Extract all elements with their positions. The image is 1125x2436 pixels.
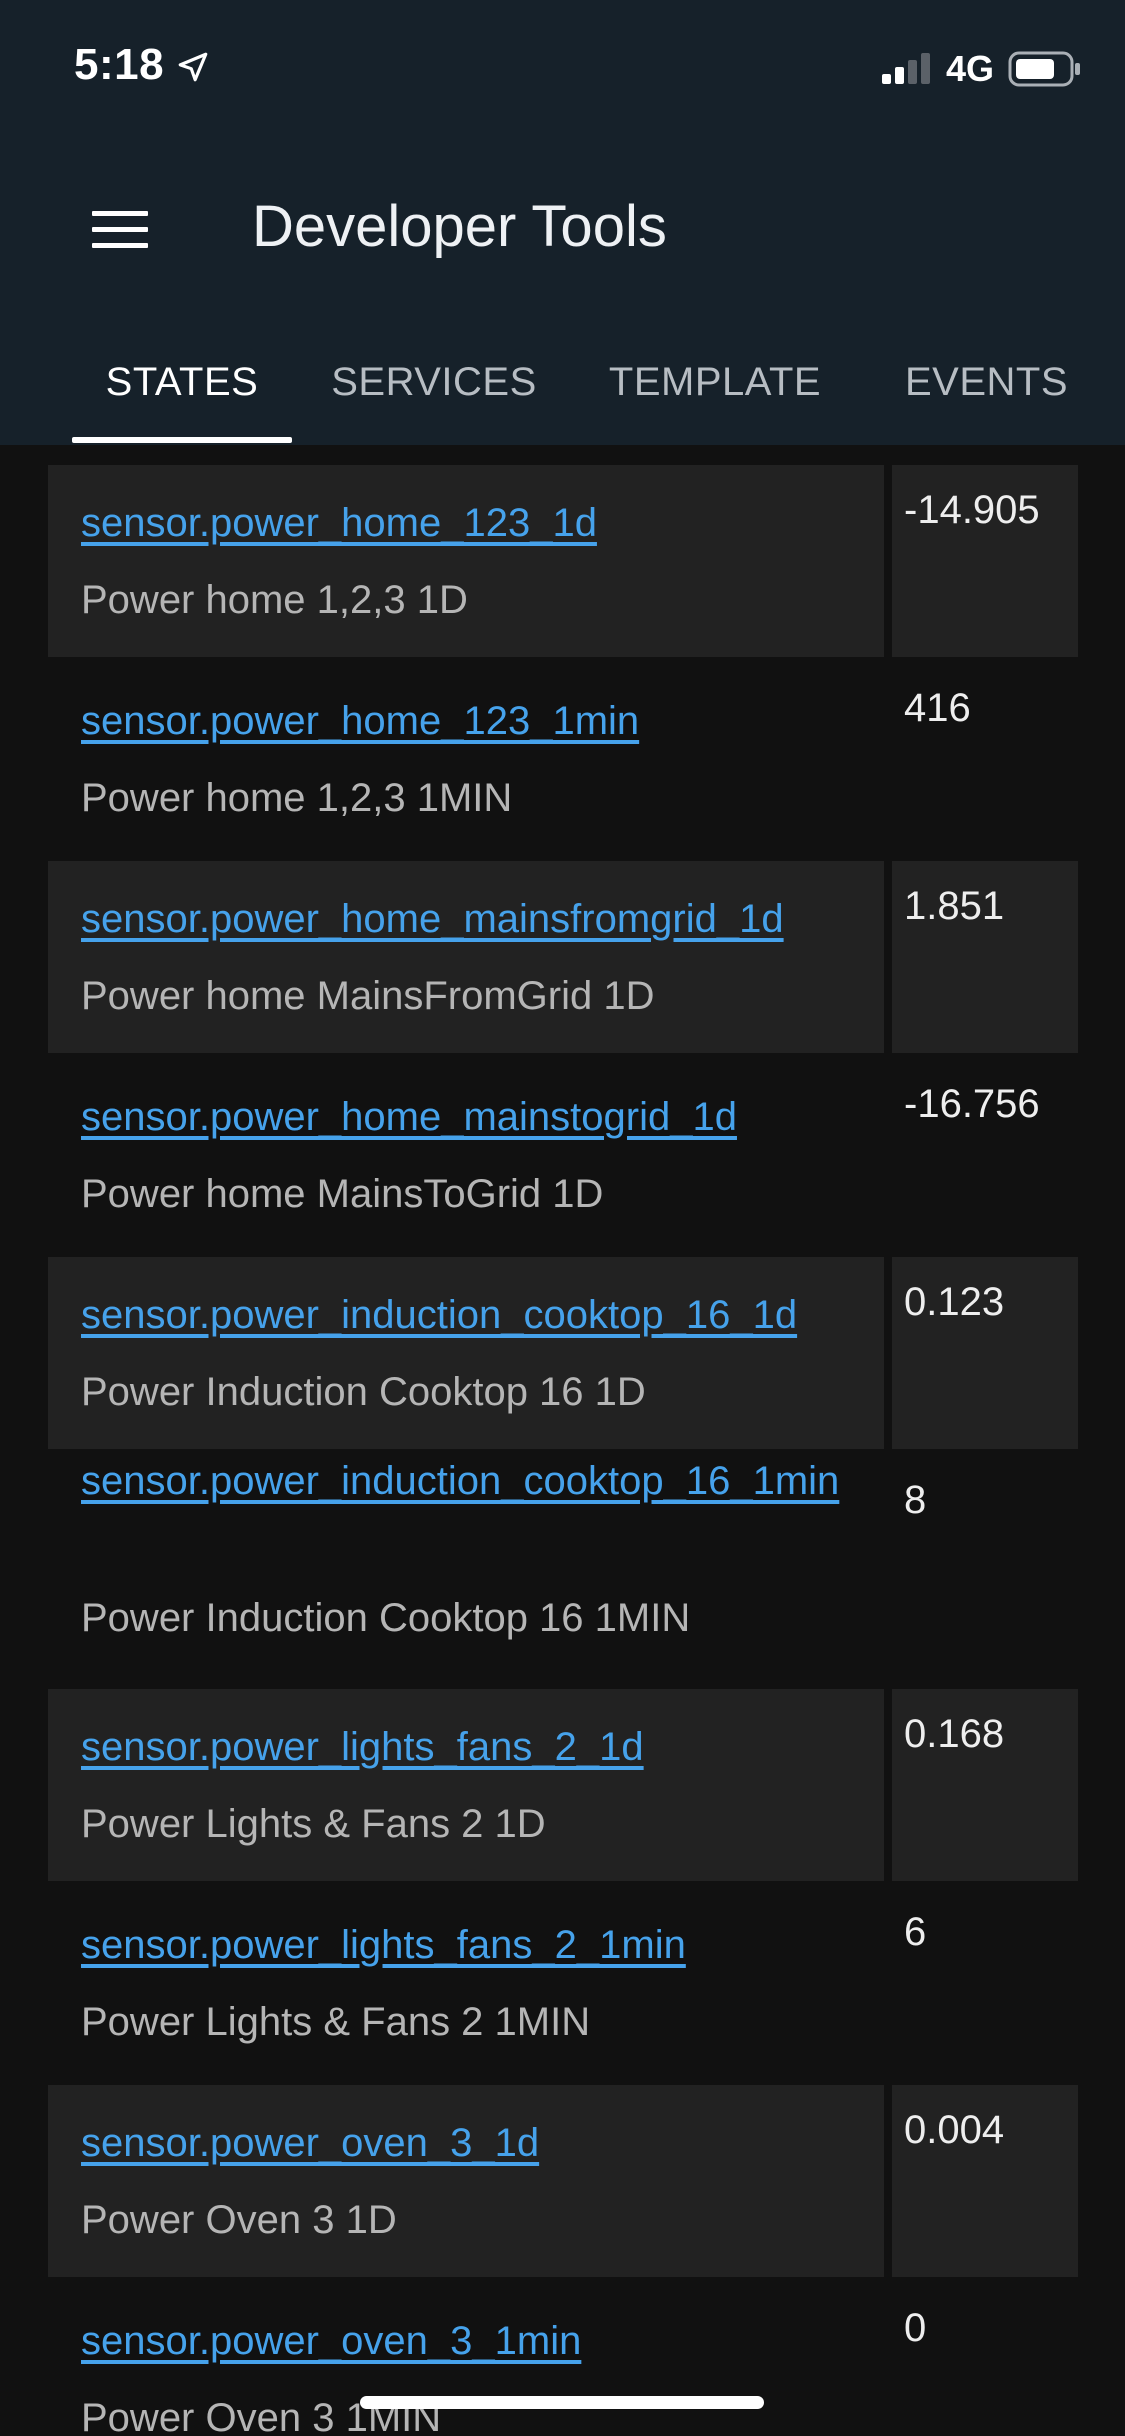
tab-bar: STATES SERVICES TEMPLATE EVENTS <box>0 320 1125 445</box>
cellular-signal-icon <box>882 53 930 84</box>
state-value: 0.123 <box>904 1280 1005 1324</box>
entity-cell: sensor.power_induction_cooktop_16_1min P… <box>48 1455 884 1691</box>
state-cell: 0.168 <box>892 1689 1078 1881</box>
entity-friendly-name: Power home 1,2,3 1D <box>81 578 468 622</box>
state-cell: 8 <box>892 1455 1078 1691</box>
entity-friendly-name: Power Lights & Fans 2 1D <box>81 1802 546 1846</box>
location-arrow-icon <box>178 52 208 82</box>
home-indicator[interactable] <box>360 2396 764 2409</box>
entity-friendly-name: Power Oven 3 1D <box>81 2198 397 2242</box>
app-header: 5:18 4G Developer Tools STATES SERVICES … <box>0 0 1125 445</box>
active-tab-indicator <box>72 437 292 443</box>
state-value: 6 <box>904 1910 927 1954</box>
entity-cell: sensor.power_home_123_1d Power home 1,2,… <box>48 465 884 657</box>
table-row: sensor.power_home_123_1min Power home 1,… <box>48 663 1078 855</box>
table-row: sensor.power_oven_3_1min Power Oven 3 1M… <box>48 2283 1078 2436</box>
entity-cell: sensor.power_home_mainsfromgrid_1d Power… <box>48 861 884 1053</box>
table-row: sensor.power_lights_fans_2_1d Power Ligh… <box>48 1689 1078 1881</box>
entity-link[interactable]: sensor.power_induction_cooktop_16_1min <box>81 1451 881 1511</box>
network-type: 4G <box>946 48 995 89</box>
entity-cell: sensor.power_induction_cooktop_16_1d Pow… <box>48 1257 884 1449</box>
entity-cell: sensor.power_oven_3_1min Power Oven 3 1M… <box>48 2283 884 2436</box>
status-time: 5:18 <box>74 40 165 89</box>
status-bar: 5:18 4G <box>0 0 1125 135</box>
entity-cell: sensor.power_home_mainstogrid_1d Power h… <box>48 1059 884 1251</box>
table-row: sensor.power_oven_3_1d Power Oven 3 1D 0… <box>48 2085 1078 2277</box>
entity-link[interactable]: sensor.power_oven_3_1d <box>81 2113 881 2173</box>
table-row: sensor.power_home_123_1d Power home 1,2,… <box>48 465 1078 657</box>
screen: 5:18 4G Developer Tools STATES SERVICES … <box>0 0 1125 2436</box>
page-title: Developer Tools <box>252 194 667 259</box>
table-row: sensor.power_home_mainsfromgrid_1d Power… <box>48 861 1078 1053</box>
state-cell: 416 <box>892 663 1078 855</box>
table-row: sensor.power_lights_fans_2_1min Power Li… <box>48 1887 1078 2079</box>
entity-cell: sensor.power_oven_3_1d Power Oven 3 1D <box>48 2085 884 2277</box>
state-cell: -16.756 <box>892 1059 1078 1251</box>
entity-friendly-name: Power home MainsToGrid 1D <box>81 1172 604 1216</box>
entity-friendly-name: Power home MainsFromGrid 1D <box>81 974 655 1018</box>
state-cell: 0.123 <box>892 1257 1078 1449</box>
entity-friendly-name: Power home 1,2,3 1MIN <box>81 776 513 820</box>
entity-link[interactable]: sensor.power_home_mainstogrid_1d <box>81 1087 881 1147</box>
state-value: 416 <box>904 686 971 730</box>
tab-events[interactable]: EVENTS <box>880 320 1080 445</box>
tab-template[interactable]: TEMPLATE <box>590 320 840 445</box>
entity-link[interactable]: sensor.power_lights_fans_2_1d <box>81 1717 881 1777</box>
entity-friendly-name: Power Lights & Fans 2 1MIN <box>81 2000 591 2044</box>
state-cell: -14.905 <box>892 465 1078 657</box>
entity-friendly-name: Power Induction Cooktop 16 1D <box>81 1370 646 1414</box>
entity-link[interactable]: sensor.power_home_123_1min <box>81 691 881 751</box>
entity-link[interactable]: sensor.power_home_mainsfromgrid_1d <box>81 889 881 949</box>
state-value: 0.004 <box>904 2108 1005 2152</box>
tab-states[interactable]: STATES <box>72 320 292 445</box>
entity-link[interactable]: sensor.power_induction_cooktop_16_1d <box>81 1285 881 1345</box>
state-value: -14.905 <box>904 488 1040 532</box>
entity-link[interactable]: sensor.power_home_123_1d <box>81 493 881 553</box>
hamburger-menu-icon[interactable] <box>70 190 170 270</box>
state-cell: 0 <box>892 2283 1078 2436</box>
state-value: 1.851 <box>904 884 1005 928</box>
state-cell: 1.851 <box>892 861 1078 1053</box>
state-value: 0 <box>904 2306 927 2350</box>
battery-icon <box>1008 51 1080 87</box>
entity-link[interactable]: sensor.power_lights_fans_2_1min <box>81 1915 881 1975</box>
tab-services[interactable]: SERVICES <box>324 320 544 445</box>
state-cell: 0.004 <box>892 2085 1078 2277</box>
entity-cell: sensor.power_lights_fans_2_1d Power Ligh… <box>48 1689 884 1881</box>
table-row: sensor.power_induction_cooktop_16_1d Pow… <box>48 1257 1078 1449</box>
entity-link[interactable]: sensor.power_oven_3_1min <box>81 2311 881 2371</box>
entity-cell: sensor.power_lights_fans_2_1min Power Li… <box>48 1887 884 2079</box>
table-row: sensor.power_home_mainstogrid_1d Power h… <box>48 1059 1078 1251</box>
entity-cell: sensor.power_home_123_1min Power home 1,… <box>48 663 884 855</box>
state-cell: 6 <box>892 1887 1078 2079</box>
state-value: 8 <box>904 1478 927 1522</box>
toolbar: Developer Tools <box>0 135 1125 305</box>
state-value: 0.168 <box>904 1712 1005 1756</box>
table-row: sensor.power_induction_cooktop_16_1min P… <box>48 1455 1078 1691</box>
entity-friendly-name: Power Induction Cooktop 16 1MIN <box>81 1596 691 1640</box>
state-value: -16.756 <box>904 1082 1040 1126</box>
